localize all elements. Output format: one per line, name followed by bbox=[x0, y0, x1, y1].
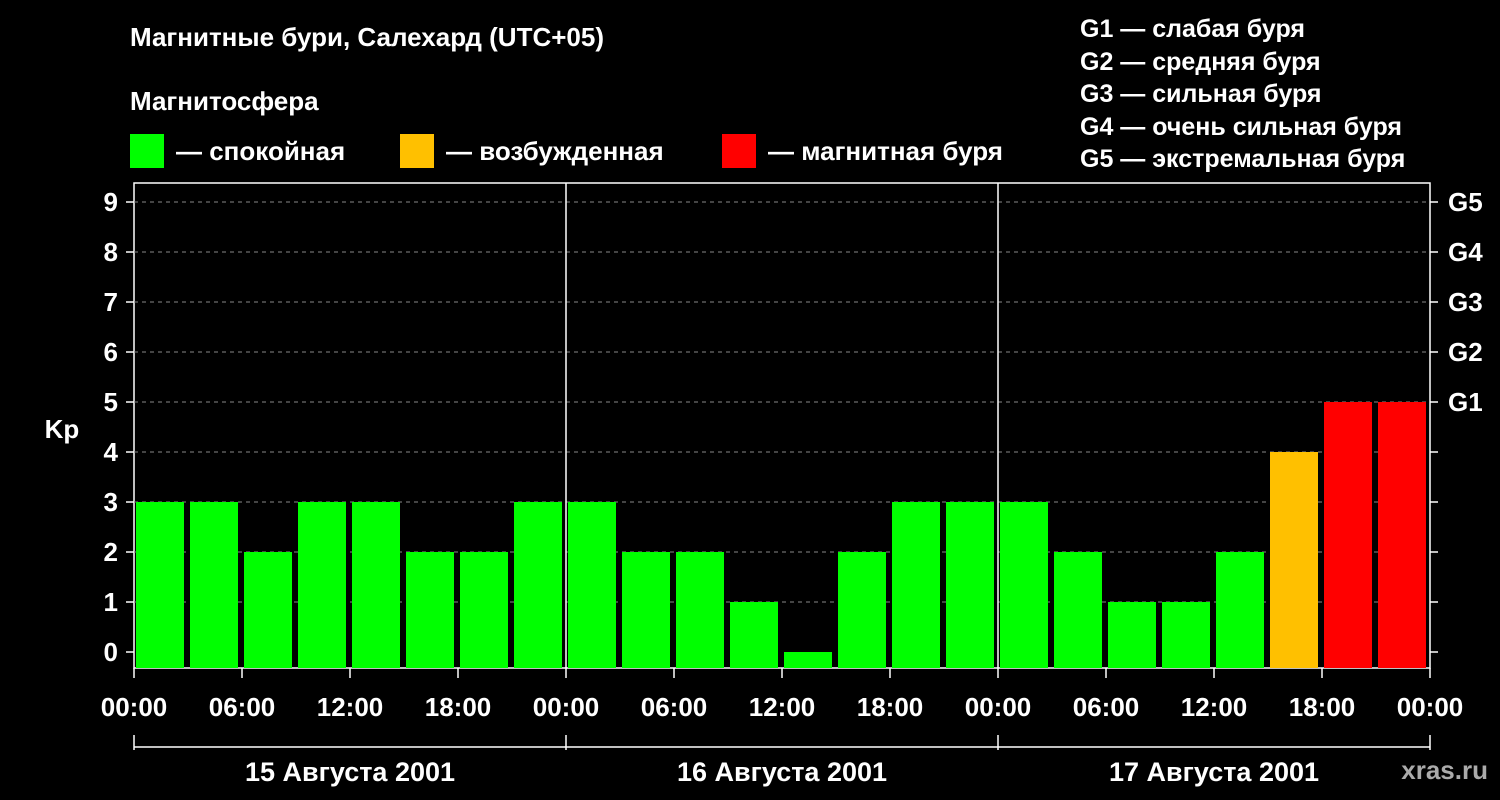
g-level-label: G5 bbox=[1448, 187, 1483, 217]
date-label: 15 Августа 2001 bbox=[245, 757, 455, 787]
y-tick-label: 9 bbox=[104, 187, 118, 217]
y-tick-label: 2 bbox=[104, 537, 118, 567]
kp-bar bbox=[136, 502, 184, 668]
kp-bar bbox=[676, 552, 724, 668]
g-level-label: G4 bbox=[1448, 237, 1483, 267]
y-tick-label: 8 bbox=[104, 237, 118, 267]
kp-bar bbox=[568, 502, 616, 668]
x-tick-label: 00:00 bbox=[1397, 692, 1464, 722]
kp-chart: 0 1 2 3 4 5 6 7 8 9 G1 G2 G3 G4 G5 Kp 00:00 06:00 12:00 18:… bbox=[45, 182, 1483, 787]
y-tick-label: 7 bbox=[104, 287, 118, 317]
kp-bar bbox=[1162, 602, 1210, 668]
x-tick-label: 06:00 bbox=[1073, 692, 1140, 722]
kp-bar bbox=[946, 502, 994, 668]
x-tick-label: 06:00 bbox=[641, 692, 708, 722]
x-tick-label: 18:00 bbox=[425, 692, 492, 722]
x-tick-label: 18:00 bbox=[1289, 692, 1356, 722]
y-tick-label: 0 bbox=[104, 637, 118, 667]
g-level-label: G3 bbox=[1448, 287, 1483, 317]
kp-bar bbox=[1324, 402, 1372, 668]
x-tick-label: 00:00 bbox=[533, 692, 600, 722]
x-tick-label: 12:00 bbox=[749, 692, 816, 722]
kp-bar bbox=[838, 552, 886, 668]
y-axis-label: Kp bbox=[45, 414, 80, 444]
kp-bar bbox=[514, 502, 562, 668]
kp-bar bbox=[1216, 552, 1264, 668]
kp-bar bbox=[460, 552, 508, 668]
x-tick-label: 18:00 bbox=[857, 692, 924, 722]
kp-bar bbox=[352, 502, 400, 668]
x-tick-label: 00:00 bbox=[101, 692, 168, 722]
kp-bar bbox=[730, 602, 778, 668]
x-tick-label: 12:00 bbox=[317, 692, 384, 722]
kp-bar bbox=[1108, 602, 1156, 668]
g-level-label: G2 bbox=[1448, 337, 1483, 367]
g-level-label: G1 bbox=[1448, 387, 1483, 417]
kp-bar bbox=[1270, 452, 1318, 668]
y-tick-label: 5 bbox=[104, 387, 118, 417]
y-tick-label: 3 bbox=[104, 487, 118, 517]
kp-bar bbox=[190, 502, 238, 668]
site-watermark[interactable]: xras.ru bbox=[1401, 755, 1488, 786]
kp-bar bbox=[784, 652, 832, 668]
date-label: 17 Августа 2001 bbox=[1109, 757, 1319, 787]
y-tick-label: 6 bbox=[104, 337, 118, 367]
x-tick-label: 00:00 bbox=[965, 692, 1032, 722]
x-tick-label: 06:00 bbox=[209, 692, 276, 722]
kp-bar bbox=[244, 552, 292, 668]
x-tick-label: 12:00 bbox=[1181, 692, 1248, 722]
kp-bar bbox=[1054, 552, 1102, 668]
date-label: 16 Августа 2001 bbox=[677, 757, 887, 787]
y-tick-label: 4 bbox=[104, 437, 119, 467]
kp-bar bbox=[1000, 502, 1048, 668]
kp-bar bbox=[1378, 402, 1426, 668]
kp-bar bbox=[298, 502, 346, 668]
kp-bar bbox=[892, 502, 940, 668]
kp-bar bbox=[406, 552, 454, 668]
y-tick-label: 1 bbox=[104, 587, 118, 617]
kp-bar bbox=[622, 552, 670, 668]
